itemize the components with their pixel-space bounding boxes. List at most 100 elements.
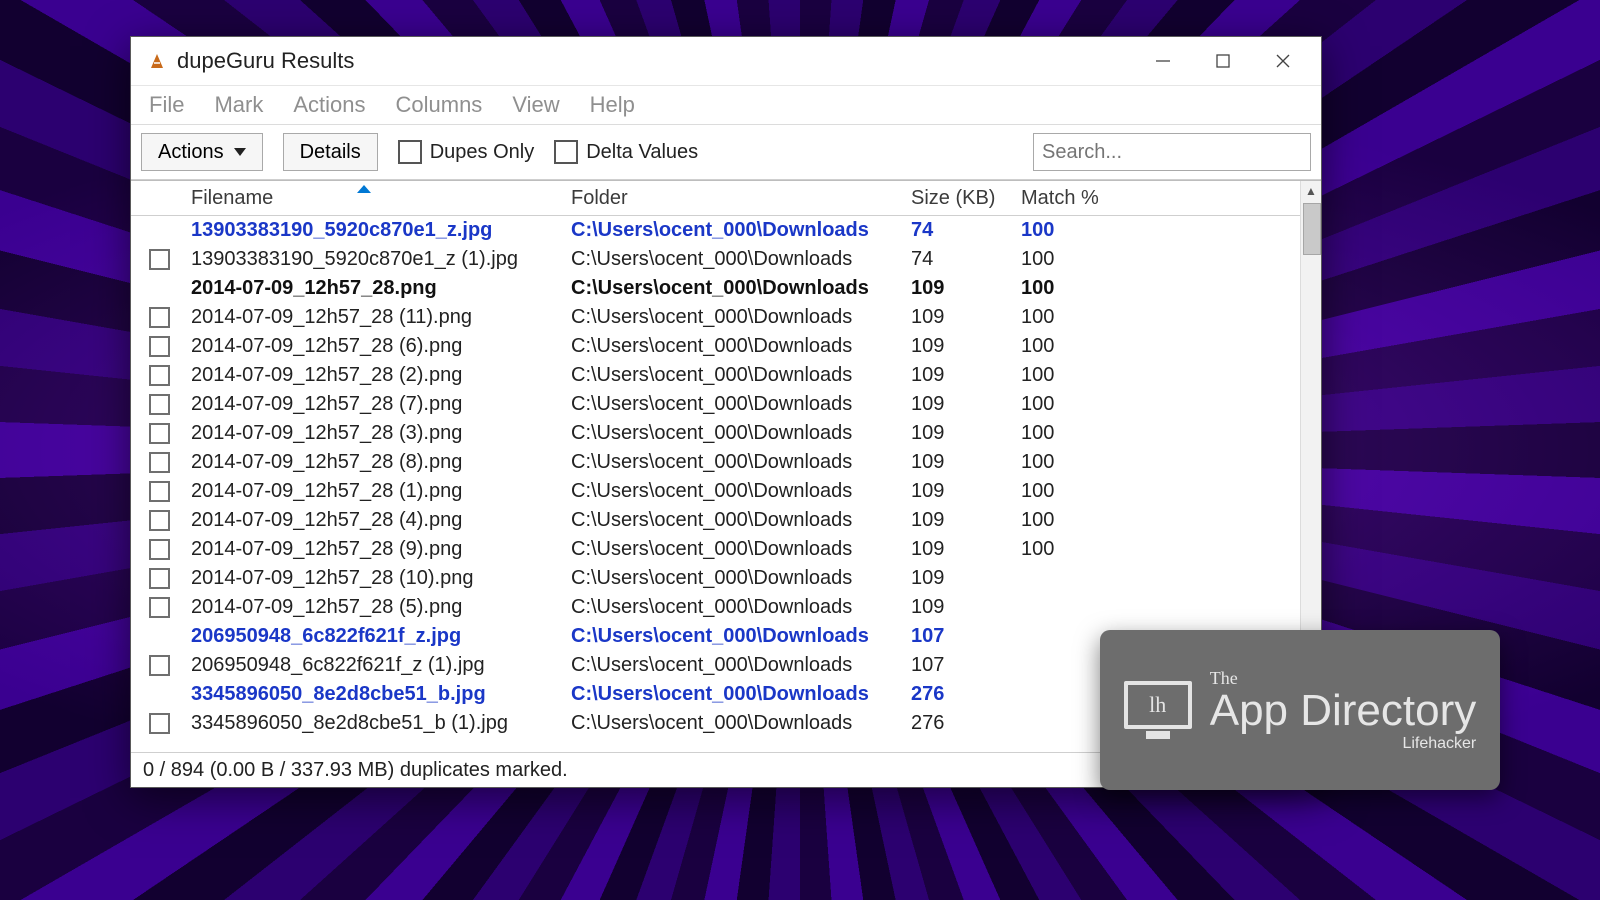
- cell-match: 100: [1021, 335, 1131, 358]
- row-checkbox[interactable]: [149, 423, 170, 444]
- cell-size: 109: [911, 364, 1021, 387]
- cell-size: 109: [911, 509, 1021, 532]
- maximize-button[interactable]: [1193, 43, 1253, 79]
- cell-filename: 206950948_6c822f621f_z (1).jpg: [187, 654, 571, 677]
- badge-sub: Lifehacker: [1402, 735, 1476, 753]
- cell-folder: C:\Users\ocent_000\Downloads: [571, 277, 911, 300]
- delta-values-checkbox[interactable]: Delta Values: [554, 140, 698, 164]
- row-checkbox[interactable]: [149, 365, 170, 386]
- table-header: Filename Folder Size (KB) Match %: [131, 181, 1300, 216]
- cell-size: 74: [911, 248, 1021, 271]
- row-checkbox[interactable]: [149, 713, 170, 734]
- column-match[interactable]: Match %: [1021, 187, 1131, 210]
- cell-match: 100: [1021, 219, 1131, 242]
- table-row[interactable]: 2014-07-09_12h57_28 (4).pngC:\Users\ocen…: [131, 506, 1300, 535]
- cell-match: 100: [1021, 393, 1131, 416]
- minimize-button[interactable]: [1133, 43, 1193, 79]
- cell-filename: 2014-07-09_12h57_28 (6).png: [187, 335, 571, 358]
- cell-size: 276: [911, 683, 1021, 706]
- details-button[interactable]: Details: [283, 133, 378, 171]
- window-title: dupeGuru Results: [177, 48, 354, 74]
- checkbox-icon: [554, 140, 578, 164]
- row-checkbox[interactable]: [149, 394, 170, 415]
- app-directory-badge: lh The App Directory Lifehacker: [1100, 630, 1500, 790]
- cell-size: 109: [911, 335, 1021, 358]
- table-row[interactable]: 2014-07-09_12h57_28 (1).pngC:\Users\ocen…: [131, 477, 1300, 506]
- row-checkbox[interactable]: [149, 452, 170, 473]
- table-row[interactable]: 2014-07-09_12h57_28 (2).pngC:\Users\ocen…: [131, 361, 1300, 390]
- cell-filename: 3345896050_8e2d8cbe51_b (1).jpg: [187, 712, 571, 735]
- menu-view[interactable]: View: [512, 92, 559, 118]
- menu-actions[interactable]: Actions: [293, 92, 365, 118]
- table-row[interactable]: 2014-07-09_12h57_28 (11).pngC:\Users\oce…: [131, 303, 1300, 332]
- cell-filename: 2014-07-09_12h57_28 (11).png: [187, 306, 571, 329]
- cell-filename: 2014-07-09_12h57_28 (5).png: [187, 596, 571, 619]
- close-button[interactable]: [1253, 43, 1313, 79]
- row-checkbox[interactable]: [149, 597, 170, 618]
- cell-folder: C:\Users\ocent_000\Downloads: [571, 625, 911, 648]
- table-row[interactable]: 13903383190_5920c870e1_z.jpgC:\Users\oce…: [131, 216, 1300, 245]
- scroll-up-icon[interactable]: ▲: [1301, 181, 1321, 201]
- cell-filename: 2014-07-09_12h57_28 (3).png: [187, 422, 571, 445]
- status-text: 0 / 894 (0.00 B / 337.93 MB) duplicates …: [143, 759, 568, 782]
- menubar: File Mark Actions Columns View Help: [131, 86, 1321, 125]
- cell-folder: C:\Users\ocent_000\Downloads: [571, 596, 911, 619]
- dupes-only-checkbox[interactable]: Dupes Only: [398, 140, 535, 164]
- row-checkbox[interactable]: [149, 481, 170, 502]
- cell-filename: 206950948_6c822f621f_z.jpg: [187, 625, 571, 648]
- row-checkbox[interactable]: [149, 307, 170, 328]
- cell-filename: 2014-07-09_12h57_28 (9).png: [187, 538, 571, 561]
- column-filename[interactable]: Filename: [187, 187, 571, 210]
- table-row[interactable]: 2014-07-09_12h57_28 (7).pngC:\Users\ocen…: [131, 390, 1300, 419]
- row-checkbox[interactable]: [149, 249, 170, 270]
- cell-size: 109: [911, 277, 1021, 300]
- cell-folder: C:\Users\ocent_000\Downloads: [571, 683, 911, 706]
- menu-mark[interactable]: Mark: [214, 92, 263, 118]
- menu-columns[interactable]: Columns: [396, 92, 483, 118]
- cell-match: 100: [1021, 277, 1131, 300]
- table-row[interactable]: 2014-07-09_12h57_28 (3).pngC:\Users\ocen…: [131, 419, 1300, 448]
- cell-size: 107: [911, 625, 1021, 648]
- table-row[interactable]: 2014-07-09_12h57_28 (10).pngC:\Users\oce…: [131, 564, 1300, 593]
- row-checkbox[interactable]: [149, 336, 170, 357]
- row-checkbox[interactable]: [149, 568, 170, 589]
- cell-folder: C:\Users\ocent_000\Downloads: [571, 712, 911, 735]
- actions-dropdown-label: Actions: [158, 141, 224, 164]
- titlebar[interactable]: dupeGuru Results: [131, 37, 1321, 86]
- table-row[interactable]: 2014-07-09_12h57_28.pngC:\Users\ocent_00…: [131, 274, 1300, 303]
- cell-folder: C:\Users\ocent_000\Downloads: [571, 422, 911, 445]
- cell-folder: C:\Users\ocent_000\Downloads: [571, 335, 911, 358]
- scrollbar-thumb[interactable]: [1303, 203, 1321, 255]
- details-button-label: Details: [300, 141, 361, 164]
- cell-filename: 2014-07-09_12h57_28 (7).png: [187, 393, 571, 416]
- app-icon: [147, 51, 167, 71]
- menu-file[interactable]: File: [149, 92, 184, 118]
- table-row[interactable]: 2014-07-09_12h57_28 (6).pngC:\Users\ocen…: [131, 332, 1300, 361]
- cell-match: 100: [1021, 422, 1131, 445]
- table-row[interactable]: 13903383190_5920c870e1_z (1).jpgC:\Users…: [131, 245, 1300, 274]
- cell-folder: C:\Users\ocent_000\Downloads: [571, 393, 911, 416]
- cell-match: 100: [1021, 248, 1131, 271]
- cell-filename: 2014-07-09_12h57_28 (2).png: [187, 364, 571, 387]
- cell-match: 100: [1021, 509, 1131, 532]
- cell-folder: C:\Users\ocent_000\Downloads: [571, 364, 911, 387]
- table-row[interactable]: 2014-07-09_12h57_28 (5).pngC:\Users\ocen…: [131, 593, 1300, 622]
- row-checkbox[interactable]: [149, 510, 170, 531]
- cell-match: 100: [1021, 451, 1131, 474]
- cell-match: 100: [1021, 538, 1131, 561]
- row-checkbox[interactable]: [149, 539, 170, 560]
- column-folder[interactable]: Folder: [571, 187, 911, 210]
- table-row[interactable]: 2014-07-09_12h57_28 (8).pngC:\Users\ocen…: [131, 448, 1300, 477]
- actions-dropdown[interactable]: Actions: [141, 133, 263, 171]
- column-size[interactable]: Size (KB): [911, 187, 1021, 210]
- dupes-only-label: Dupes Only: [430, 141, 535, 164]
- cell-match: 100: [1021, 480, 1131, 503]
- table-row[interactable]: 2014-07-09_12h57_28 (9).pngC:\Users\ocen…: [131, 535, 1300, 564]
- search-input[interactable]: [1033, 133, 1311, 171]
- menu-help[interactable]: Help: [590, 92, 635, 118]
- row-checkbox[interactable]: [149, 655, 170, 676]
- cell-folder: C:\Users\ocent_000\Downloads: [571, 306, 911, 329]
- badge-main: App Directory: [1210, 689, 1477, 733]
- cell-folder: C:\Users\ocent_000\Downloads: [571, 509, 911, 532]
- cell-filename: 3345896050_8e2d8cbe51_b.jpg: [187, 683, 571, 706]
